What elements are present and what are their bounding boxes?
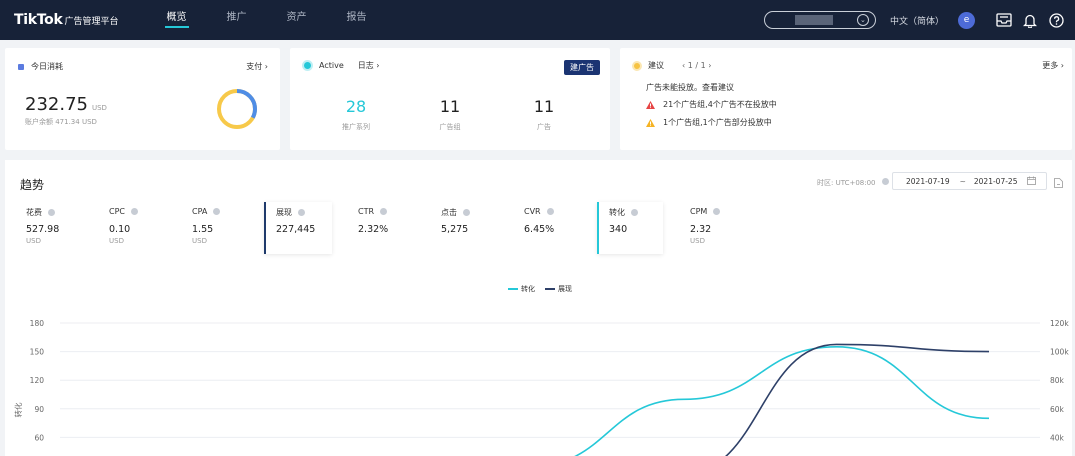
chevron-down-icon: ⌄: [856, 14, 869, 26]
campaign-status-card: Active 日志 › 建广告 28 推广系列 11 广告组 11 广告: [290, 48, 610, 150]
warning-triangle-icon: [646, 118, 655, 127]
main-nav: 概览 推广 资产 报告: [147, 0, 387, 40]
metric-adgroups-value: 11: [439, 97, 461, 116]
suggestion-header: 建议 ‹ 1 / 1 ›: [632, 60, 711, 71]
log-link[interactable]: 日志 ›: [358, 60, 380, 71]
spend-amount-value: 232.75: [25, 94, 88, 115]
warning-text-error: 21个广告组,4个广告不在投放中: [663, 100, 777, 109]
y-right-tick-label: 80k: [1050, 376, 1065, 385]
y-left-tick-label: 120: [30, 376, 45, 385]
trend-panel: 趋势 时区: UTC+08:00 2021-07-19 ~ 2021-07-25…: [5, 160, 1072, 456]
metric-ads[interactable]: 11 广告: [504, 97, 584, 132]
nav-item-assets[interactable]: 资产: [267, 0, 327, 40]
help-icon[interactable]: [1047, 11, 1065, 29]
today-spend-card: 今日消耗 支付 › 232.75 USD 账户余额 471.34 USD: [5, 48, 280, 150]
nav-item-reports[interactable]: 报告: [327, 0, 387, 40]
brand-name: TikTok: [14, 12, 63, 28]
bell-icon[interactable]: [1021, 11, 1039, 29]
top-right-tools: ⌄ 中文（简体） e: [763, 0, 1065, 40]
metric-adgroups[interactable]: 11 广告组: [410, 97, 490, 132]
more-link[interactable]: 更多 ›: [1042, 60, 1064, 71]
metric-ads-label: 广告: [537, 123, 551, 131]
account-status: Active 日志 ›: [302, 60, 380, 71]
nav-item-overview[interactable]: 概览: [147, 0, 207, 40]
nav-item-promotion[interactable]: 推广: [207, 0, 267, 40]
y-right-tick-label: 120k: [1050, 319, 1069, 328]
active-status-icon: [302, 60, 313, 71]
warning-line-error[interactable]: 21个广告组,4个广告不在投放中: [646, 99, 777, 110]
spend-ring-chart: [217, 89, 257, 129]
today-spend-header: 今日消耗: [18, 61, 63, 72]
metric-campaigns-label: 推广系列: [342, 123, 370, 131]
metric-campaigns-value: 28: [345, 97, 367, 116]
y-right-tick-label: 100k: [1050, 348, 1069, 357]
y-left-tick-label: 90: [34, 405, 44, 414]
suggestion-pager[interactable]: ‹ 1 / 1 ›: [682, 61, 711, 70]
spend-amount-unit: USD: [91, 104, 107, 112]
pay-link[interactable]: 支付 ›: [246, 61, 268, 72]
tiktok-logo[interactable]: TikTok 广告管理平台: [14, 12, 119, 28]
account-balance: 账户余额 471.34 USD: [25, 118, 97, 126]
inbox-icon[interactable]: [995, 11, 1013, 29]
blue-square-icon: [18, 63, 24, 70]
language-switch[interactable]: 中文（简体）: [890, 14, 944, 27]
metric-ads-value: 11: [533, 97, 555, 116]
y-right-tick-label: 40k: [1050, 433, 1065, 442]
create-ad-button[interactable]: 建广告: [564, 60, 600, 75]
status-text: Active: [319, 61, 344, 70]
y-left-tick-label: 150: [30, 348, 45, 357]
warning-line-partial[interactable]: 1个广告组,1个广告部分投放中: [646, 117, 772, 128]
metric-adgroups-label: 广告组: [439, 123, 461, 131]
error-triangle-icon: [646, 100, 655, 109]
y-right-tick-label: 60k: [1050, 405, 1065, 414]
series-line-impressions: [724, 343, 990, 456]
y-left-tick-label: 60: [34, 433, 44, 442]
metric-campaigns[interactable]: 28 推广系列: [316, 97, 396, 132]
series-line-conversions: [573, 346, 990, 456]
account-selector[interactable]: ⌄: [763, 11, 876, 29]
suggestion-message[interactable]: 广告未能投放。查看建议: [646, 82, 734, 93]
brand-subtitle: 广告管理平台: [64, 17, 119, 27]
suggestion-card: 建议 ‹ 1 / 1 › 更多 › 广告未能投放。查看建议 21个广告组,4个广…: [620, 48, 1072, 150]
suggestion-title: 建议: [648, 61, 664, 70]
warning-text-partial: 1个广告组,1个广告部分投放中: [663, 118, 772, 127]
today-spend-amount: 232.75 USD: [25, 94, 107, 115]
suggestion-dot-icon: [632, 60, 642, 71]
y-axis-label: 转化: [13, 402, 23, 417]
user-avatar[interactable]: e: [958, 11, 975, 29]
y-left-tick-label: 180: [30, 319, 45, 328]
today-spend-title: 今日消耗: [31, 62, 63, 71]
trend-line-chart: 180 120k 150 100k 120 80k 90 60k 60 40k 转化: [13, 319, 1069, 456]
top-navigation-bar: TikTok 广告管理平台 概览 推广 资产 报告 ⌄ 中文（简体） e: [0, 0, 1075, 40]
redacted-account-name: [794, 15, 833, 25]
